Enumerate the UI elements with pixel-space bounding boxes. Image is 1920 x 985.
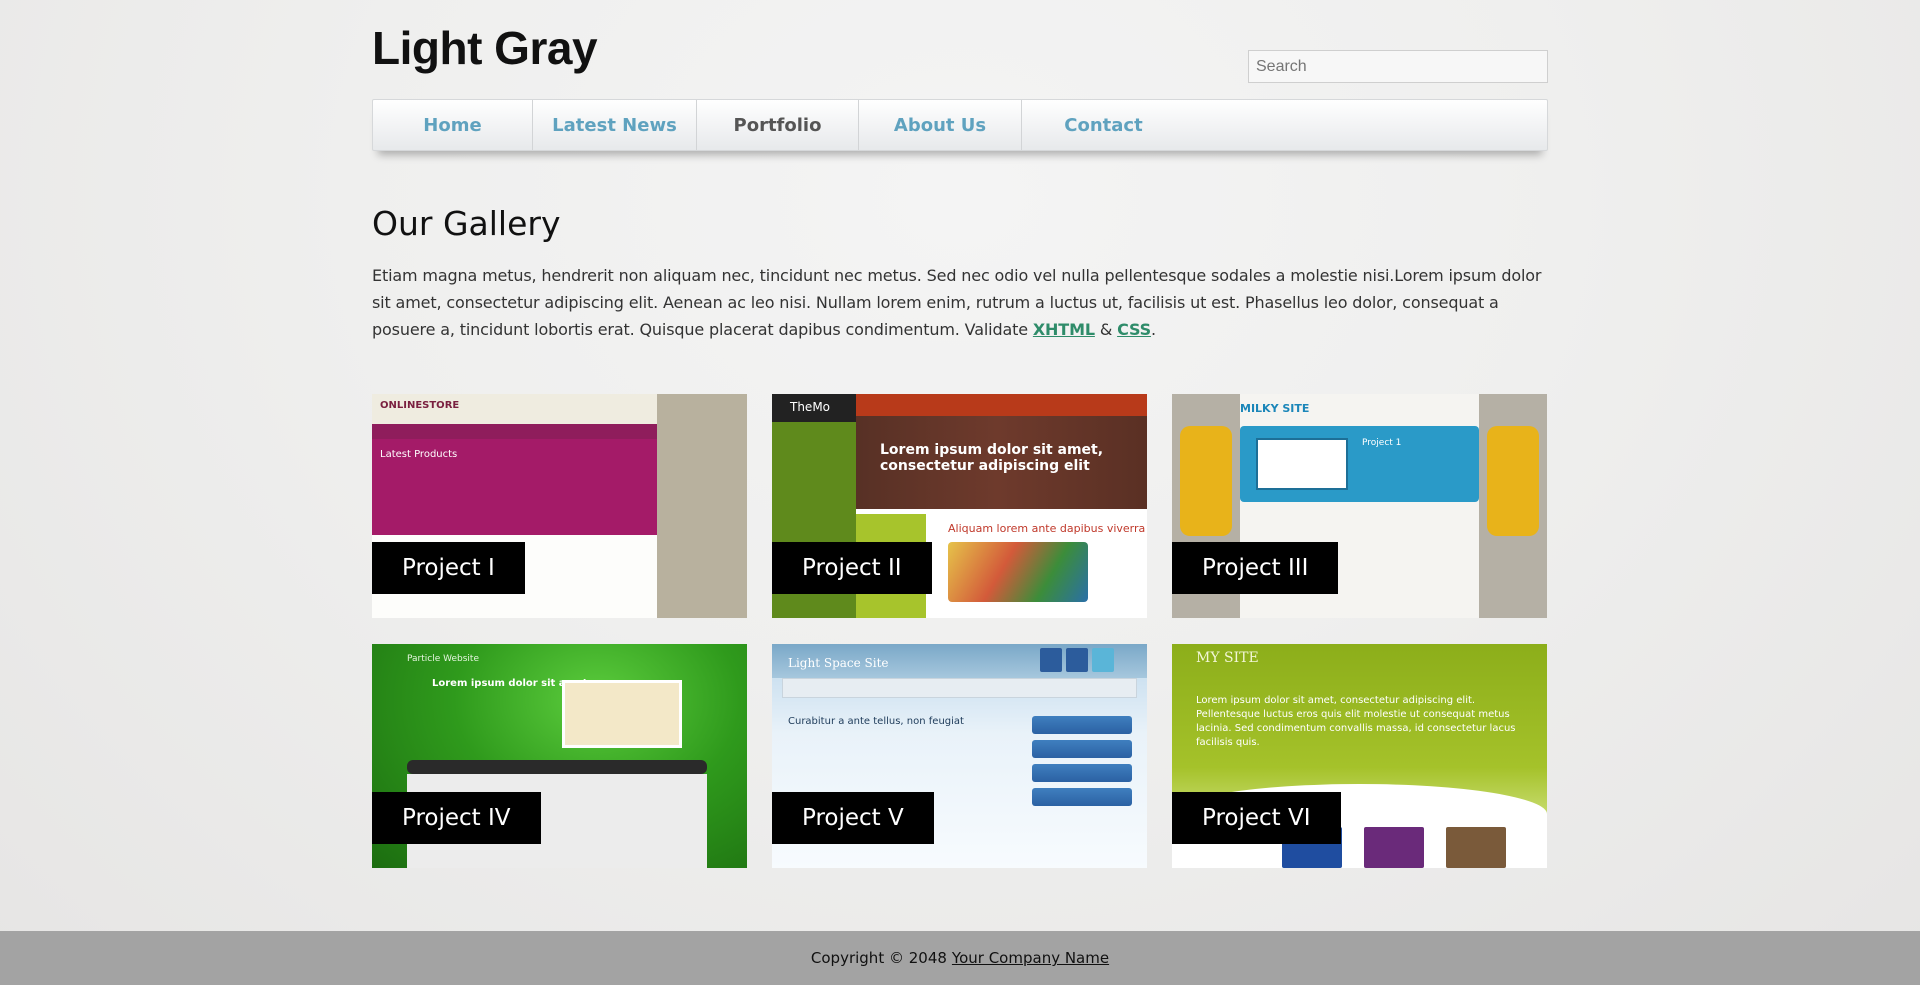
nav-portfolio[interactable]: Portfolio [697,100,859,150]
intro-paragraph: Etiam magna metus, hendrerit non aliquam… [372,262,1548,343]
company-link[interactable]: Your Company Name [952,949,1109,967]
main-nav: Home Latest News Portfolio About Us Cont… [372,99,1548,151]
copyright-text: Copyright © 2048 [810,949,947,967]
thumb-brand: TheMo [772,394,856,422]
project-caption[interactable]: Project II [772,542,932,594]
gallery-item-project-4[interactable]: Particle Website Lorem ipsum dolor sit a… [372,644,747,868]
thumb-headline: Curabitur a ante tellus, non feugiat [788,716,964,727]
site-logo[interactable]: Light Gray [372,20,598,76]
thumb-brand: Particle Website [407,654,479,664]
intro-text: Etiam magna metus, hendrerit non aliquam… [372,266,1542,339]
gallery-item-project-3[interactable]: MILKY SITE Project 1 Project III [1172,394,1547,618]
page-title: Our Gallery [372,204,561,243]
project-caption[interactable]: Project V [772,792,934,844]
pencils-image [948,542,1088,602]
project-caption[interactable]: Project I [372,542,525,594]
amp-text: & [1094,320,1118,339]
thumb-brand: ONLINESTORE [380,400,460,411]
nav-latest-news[interactable]: Latest News [533,100,697,150]
css-link[interactable]: CSS [1117,320,1151,339]
xhtml-link[interactable]: XHTML [1033,320,1095,339]
nav-about-us[interactable]: About Us [859,100,1022,150]
thumb-text: Lorem ipsum dolor sit amet, consectetur … [1196,695,1516,748]
search-input[interactable] [1248,50,1548,83]
linkedin-icon [1066,648,1088,672]
thumb-brand: MY SITE [1196,650,1259,666]
thumb-brand: MILKY SITE [1240,402,1310,415]
gallery-item-project-1[interactable]: ONLINESTORE Latest Products Project I [372,394,747,618]
gallery-item-project-6[interactable]: MY SITE Lorem ipsum dolor sit amet, cons… [1172,644,1547,868]
project-caption[interactable]: Project VI [1172,792,1341,844]
thumb-brand: Light Space Site [788,656,889,670]
project-caption[interactable]: Project III [1172,542,1339,594]
thumb-section-label: Latest Products [380,449,458,460]
thumb-panel-title: Project 1 [1362,438,1402,448]
gallery-item-project-2[interactable]: TheMo Lorem ipsum dolor sit amet, consec… [772,394,1147,618]
gallery-item-project-5[interactable]: Light Space Site Curabitur a ante tellus… [772,644,1147,868]
twitter-icon [1092,648,1114,672]
thumb-subhead: Aliquam lorem ante dapibus viverra [948,522,1146,535]
nav-home[interactable]: Home [373,100,533,150]
period-text: . [1151,320,1156,339]
footer: Copyright © 2048 Your Company Name [0,931,1920,985]
facebook-icon [1040,648,1062,672]
project-caption[interactable]: Project IV [372,792,541,844]
thumb-headline: Lorem ipsum dolor sit amet, consectetur … [880,442,1104,474]
nav-contact[interactable]: Contact [1022,100,1185,150]
